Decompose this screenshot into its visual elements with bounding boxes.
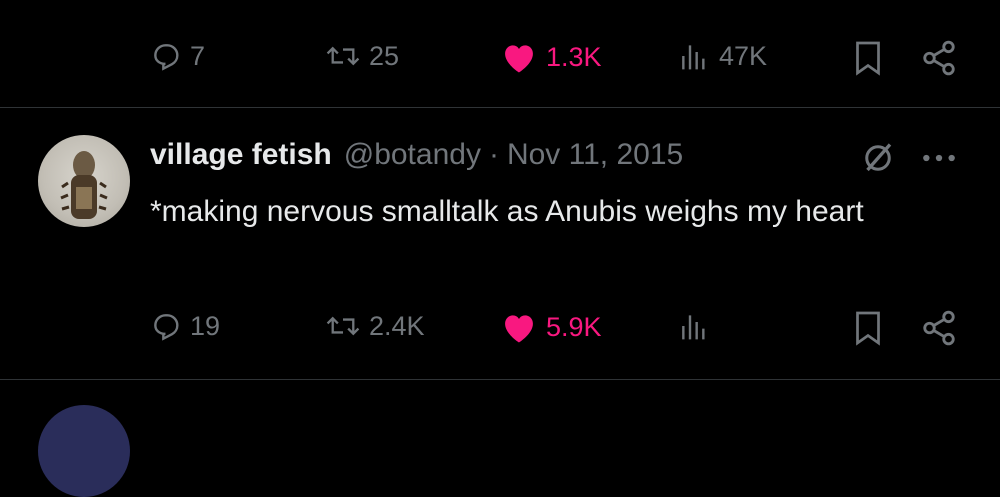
grok-icon [860,140,896,176]
more-button[interactable] [920,143,958,173]
grok-button[interactable] [860,140,896,176]
views-action[interactable]: 47K [677,40,767,72]
retweet-action[interactable]: 25 [325,40,399,72]
bookmark-button[interactable] [853,310,883,346]
reply-action[interactable]: 19 [150,310,220,342]
bookmark-button[interactable] [853,40,883,76]
next-tweet-avatar[interactable] [38,405,130,497]
divider [0,107,1000,108]
views-count: 47K [719,40,768,71]
share-icon [920,39,958,77]
reply-action[interactable]: 7 [150,40,205,72]
retweet-count: 25 [369,40,400,71]
bookmark-icon [853,40,883,76]
handle[interactable]: @botandy [344,138,481,172]
tweet-date[interactable]: Nov 11, 2015 [507,138,683,172]
tweet-header: village fetish @botandy · Nov 11, 2015 [150,138,683,172]
retweet-action[interactable]: 2.4K [325,310,425,342]
views-icon [677,40,711,72]
avatar[interactable] [38,135,130,227]
bookmark-icon [853,310,883,346]
divider [0,379,1000,380]
retweet-icon [325,40,361,72]
retweet-count: 2.4K [369,310,425,341]
share-icon [920,309,958,347]
reply-icon [150,40,182,72]
display-name[interactable]: village fetish [150,138,332,172]
retweet-icon [325,310,361,342]
share-button[interactable] [920,309,958,347]
tweet-text: *making nervous smalltalk as Anubis weig… [150,195,864,228]
separator: · [488,138,499,171]
like-count: 1.3K [546,41,602,72]
reply-icon [150,310,182,342]
reply-count: 7 [190,40,206,71]
heart-icon [500,40,538,74]
like-count: 5.9K [546,311,602,342]
like-action[interactable]: 5.9K [500,310,602,344]
views-icon [677,310,711,342]
like-action[interactable]: 1.3K [500,40,602,74]
share-button[interactable] [920,39,958,77]
views-action[interactable] [677,310,711,342]
heart-icon [500,310,538,344]
more-icon [920,143,958,173]
reply-count: 19 [190,310,221,341]
